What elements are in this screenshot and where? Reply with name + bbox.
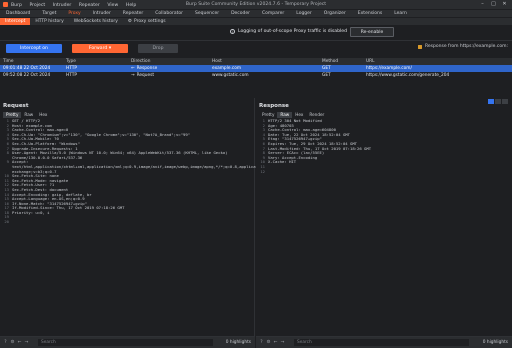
column-header-method[interactable]: Method (322, 58, 362, 65)
forward-icon[interactable]: → (24, 340, 29, 345)
forward-label: Forward (88, 45, 108, 51)
banner-message-group: i Logging of out-of-scope Proxy traffic … (230, 29, 347, 34)
line-number: 9 (6, 159, 9, 165)
request-panel: Request Pretty Raw Hex 1 GET / HTTP/2 2 Hos… (0, 98, 284, 336)
line-text (12, 220, 247, 225)
table-row[interactable]: 09:01:48 22 Oct 2024 HTTP ← Response exam… (0, 65, 512, 72)
row-type: HTTP (66, 66, 77, 71)
lock-icon (417, 44, 422, 49)
request-highlights-count: 0 highlights (225, 340, 251, 345)
column-header-type[interactable]: Type (66, 58, 126, 65)
code-line: 20 (0, 219, 254, 225)
code-line: 12 (256, 168, 512, 175)
line-number: 12 (260, 168, 265, 174)
row-url: https://example.com/ (366, 66, 412, 71)
column-header-url[interactable]: URL (366, 58, 506, 65)
search-bar-icons: ? ⚙ ← → (3, 340, 31, 345)
back-icon[interactable]: ← (17, 340, 22, 345)
proxy-settings-label: Proxy settings (133, 18, 166, 24)
arrow-right-icon: → (131, 73, 135, 78)
row-url: https://www.gstatic.com/generate_204 (366, 73, 450, 78)
code-line: 8 User-Agent: Mozilla/5.0 (Windows NT 10.… (0, 150, 254, 160)
arrow-left-icon: ← (131, 66, 135, 71)
search-bar-icons: ? ⚙ ← → (259, 340, 287, 345)
forward-button[interactable]: Forward ▾ (72, 43, 128, 53)
response-title: Response (259, 103, 289, 109)
response-highlights-count: 0 highlights (482, 340, 508, 345)
column-header-host[interactable]: Host (212, 58, 318, 65)
response-source-text: Response from https://example.com: (424, 44, 508, 49)
row-time: 09:01:48 22 Oct 2024 (3, 66, 51, 71)
layout-toggles (487, 99, 508, 104)
menu-item-repeater[interactable]: Repeater (79, 3, 100, 8)
column-header-direction[interactable]: Direction (131, 58, 209, 65)
help-icon[interactable]: ? (3, 340, 8, 345)
response-search-bar: ? ⚙ ← → Search 0 highlights (256, 336, 512, 348)
back-icon[interactable]: ← (273, 340, 278, 345)
layout-vertical-icon[interactable] (502, 99, 508, 104)
help-icon[interactable]: ? (259, 340, 264, 345)
row-direction-label: Request (136, 73, 155, 78)
row-time: 09:52:08 22 Oct 2024 (3, 73, 51, 78)
burp-logo-icon (3, 2, 8, 7)
response-source: Response from https://example.com: (417, 44, 508, 49)
row-method: GET (322, 73, 331, 78)
re-enable-button[interactable]: Re-enable (350, 27, 394, 37)
row-direction-label: Response (136, 66, 158, 71)
request-search-input[interactable]: Search (38, 339, 213, 346)
table-header: Time Type Direction Host Method URL (0, 58, 512, 65)
request-editor[interactable]: 1 GET / HTTP/2 2 Host: example.com 3 Cache-Co… (0, 118, 284, 225)
maximize-icon[interactable]: □ (488, 1, 499, 8)
menu-item-intruder[interactable]: Intruder (53, 3, 72, 8)
intercept-toolbar: Intercept on Forward ▾ Drop Response fro… (0, 40, 512, 54)
request-title: Request (3, 103, 29, 109)
layout-horizontal-icon[interactable] (495, 99, 501, 104)
menu-item-help[interactable]: Help (126, 3, 136, 8)
row-type: HTTP (66, 73, 77, 78)
info-icon: i (230, 29, 235, 34)
row-method: GET (322, 66, 331, 71)
request-search-bar: ? ⚙ ← → Search 0 highlights (0, 336, 255, 348)
line-text (268, 170, 503, 175)
close-icon[interactable]: ✕ (499, 1, 510, 8)
code-line: 9 Accept: text/html,application/xhtml+xml… (0, 159, 284, 174)
banner-message: Logging of out-of-scope Proxy traffic is… (238, 29, 348, 34)
row-host: example.com (212, 66, 242, 71)
notification-banner: i Logging of out-of-scope Proxy traffic … (0, 25, 512, 40)
row-host: www.gstatic.com (212, 73, 249, 78)
response-editor[interactable]: 1 HTTP/2 304 Not Modified 2 Age: 480703 3 Cac… (256, 118, 512, 175)
menu-item-burp[interactable]: Burp (11, 3, 22, 8)
row-direction: ← Response (131, 65, 209, 72)
title-bar: Burp Project Intruder Repeater View Help… (0, 0, 512, 9)
minimize-icon[interactable]: – (477, 1, 488, 8)
menu-item-project[interactable]: Project (29, 3, 45, 8)
response-search-input[interactable]: Search (294, 339, 469, 346)
intercept-toggle-button[interactable]: Intercept on (6, 43, 62, 53)
proxy-sub-tabs: Intercept HTTP history WebSockets histor… (0, 17, 512, 26)
forward-icon[interactable]: → (280, 340, 285, 345)
line-number: 20 (4, 219, 9, 225)
settings-icon[interactable]: ⚙ (10, 340, 15, 345)
intercept-table: Time Type Direction Host Method URL 09:0… (0, 58, 512, 92)
line-text: User-Agent: Mozilla/5.0 (Windows NT 10.0… (12, 150, 230, 160)
settings-icon[interactable]: ⚙ (266, 340, 271, 345)
menu-bar: Burp Project Intruder Repeater View Help (11, 2, 142, 8)
response-panel: Response Pretty Raw Hex Render 1 HTTP/2 3… (256, 98, 512, 336)
chevron-down-icon[interactable]: ▾ (109, 46, 111, 51)
column-header-time[interactable]: Time (3, 58, 63, 65)
row-direction: → Request (131, 72, 209, 79)
intercept-label: Intercept on (20, 45, 48, 51)
drop-button[interactable]: Drop (138, 43, 178, 53)
table-row[interactable]: 09:52:08 22 Oct 2024 HTTP → Request www.g… (0, 72, 512, 79)
window-controls: – □ ✕ (477, 1, 510, 8)
line-text: Accept: text/html,application/xhtml+xml,… (12, 159, 284, 174)
menu-item-view[interactable]: View (107, 3, 118, 8)
layout-split-icon[interactable] (488, 99, 494, 104)
main-tabs: Dashboard Target Proxy Intruder Repeater… (0, 9, 512, 18)
